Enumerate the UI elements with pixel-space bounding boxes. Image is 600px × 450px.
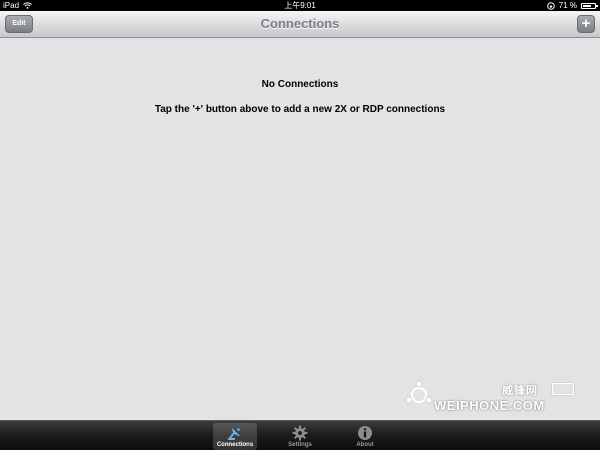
status-right: 71 % — [546, 0, 598, 11]
info-icon — [358, 426, 372, 440]
watermark-chinese: 威锋网 — [502, 385, 538, 397]
tab-settings[interactable]: Settings — [278, 423, 322, 450]
watermark-box — [552, 383, 574, 395]
tab-label: About — [356, 442, 374, 448]
status-time: 上午9:01 — [284, 1, 316, 10]
edit-button[interactable]: Edit — [5, 15, 33, 33]
page-title: Connections — [260, 16, 340, 31]
status-bar: iPad 上午9:01 71 % — [0, 0, 600, 11]
empty-state-hint: Tap the '+' button above to add a new 2X… — [154, 104, 446, 115]
connections-list-area: No Connections Tap the '+' button above … — [0, 38, 600, 420]
battery-percent: 71 % — [558, 1, 577, 10]
watermark: 威锋网 WEIPHONE.COM — [404, 380, 576, 416]
add-connection-button[interactable]: + — [577, 15, 595, 33]
empty-state-title: No Connections — [261, 79, 339, 90]
tab-bar: Connections Settings About — [0, 420, 600, 450]
connections-icon — [228, 428, 240, 440]
navigation-bar: Connections Edit + — [0, 11, 600, 38]
gear-icon — [292, 425, 308, 441]
tab-label: Settings — [288, 442, 312, 448]
tab-label: Connections — [216, 442, 254, 448]
battery-icon — [581, 2, 598, 9]
watermark-logo-icon — [405, 380, 433, 404]
tab-connections[interactable]: Connections — [213, 423, 257, 450]
tab-about[interactable]: About — [343, 423, 387, 450]
watermark-english: WEIPHONE.COM — [434, 398, 545, 413]
battery-level — [583, 4, 591, 7]
rotation-lock-icon — [546, 1, 555, 10]
